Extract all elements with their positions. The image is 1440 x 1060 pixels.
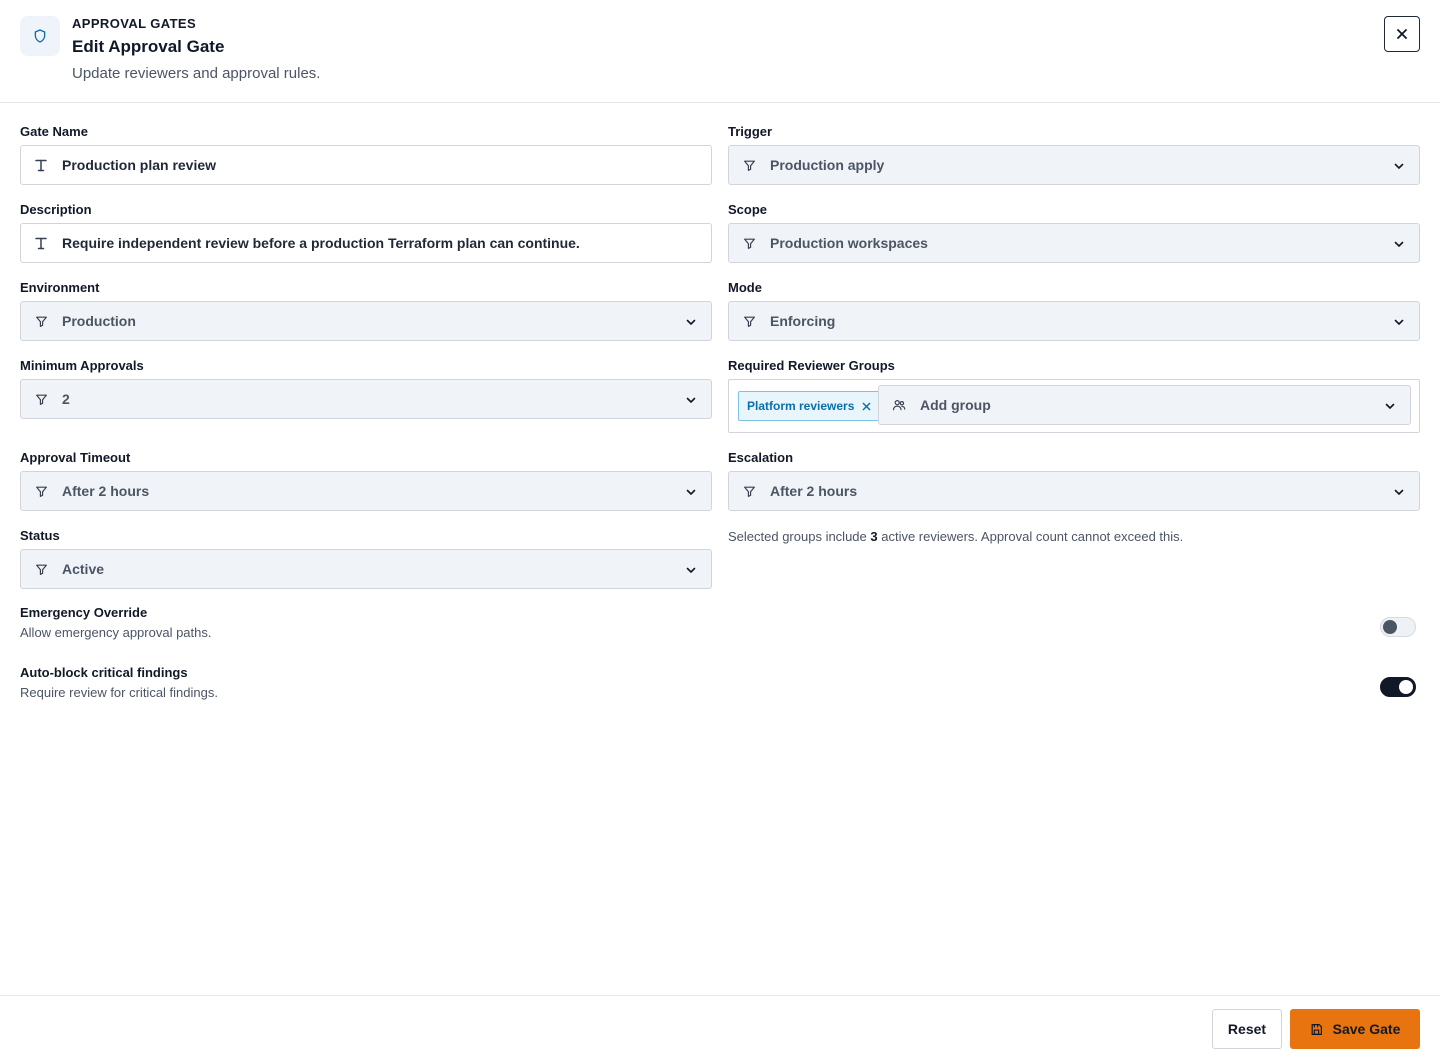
save-icon bbox=[1310, 1023, 1323, 1036]
gate-name-input[interactable]: Production plan review bbox=[20, 145, 712, 185]
trigger-select[interactable]: Production apply bbox=[728, 145, 1420, 185]
hint-suffix: active reviewers. Approval count cannot … bbox=[877, 529, 1184, 544]
remove-chip-icon[interactable] bbox=[862, 400, 871, 413]
description-value: Require independent review before a prod… bbox=[62, 235, 580, 251]
status-value: Active bbox=[62, 561, 105, 577]
reviewer-count-hint: Selected groups include 3 active reviewe… bbox=[728, 529, 1183, 544]
minimum-approvals-select[interactable]: 2 bbox=[20, 379, 712, 419]
description-label: Description bbox=[20, 202, 92, 217]
approval-timeout-select[interactable]: After 2 hours bbox=[20, 471, 712, 511]
environment-select[interactable]: Production bbox=[20, 301, 712, 341]
description-input[interactable]: Require independent review before a prod… bbox=[20, 223, 712, 263]
filter-icon bbox=[34, 562, 48, 576]
trigger-value: Production apply bbox=[770, 157, 885, 173]
filter-icon bbox=[742, 236, 756, 250]
chevron-down-icon bbox=[685, 315, 697, 327]
mode-value: Enforcing bbox=[770, 313, 836, 329]
header-eyebrow: APPROVAL GATES bbox=[72, 16, 197, 31]
minimum-approvals-value: 2 bbox=[62, 391, 70, 407]
shield-icon bbox=[20, 16, 60, 56]
reviewer-group-chip-label: Platform reviewers bbox=[747, 399, 855, 413]
filter-icon bbox=[34, 314, 48, 328]
trigger-label: Trigger bbox=[728, 124, 773, 139]
chevron-down-icon bbox=[1393, 315, 1405, 327]
gate-name-label: Gate Name bbox=[20, 124, 88, 139]
users-icon bbox=[892, 398, 906, 412]
escalation-select[interactable]: After 2 hours bbox=[728, 471, 1420, 511]
save-gate-label: Save Gate bbox=[1332, 1021, 1401, 1037]
save-gate-button[interactable]: Save Gate bbox=[1290, 1009, 1420, 1049]
escalation-label: Escalation bbox=[728, 450, 794, 465]
page-title: Edit Approval Gate bbox=[72, 37, 225, 56]
status-label: Status bbox=[20, 528, 60, 543]
auto-block-toggle[interactable] bbox=[1380, 677, 1416, 697]
scope-select[interactable]: Production workspaces bbox=[728, 223, 1420, 263]
approval-timeout-label: Approval Timeout bbox=[20, 450, 131, 465]
toggle-knob bbox=[1383, 620, 1397, 634]
filter-icon bbox=[34, 392, 48, 406]
environment-label: Environment bbox=[20, 280, 100, 295]
toggle-knob bbox=[1399, 680, 1413, 694]
gate-name-value: Production plan review bbox=[62, 157, 217, 173]
chevron-down-icon bbox=[1384, 399, 1396, 417]
modal-footer: Reset Save Gate bbox=[0, 995, 1440, 1060]
close-button[interactable] bbox=[1384, 16, 1420, 52]
status-select[interactable]: Active bbox=[20, 549, 712, 589]
chevron-down-icon bbox=[685, 393, 697, 405]
text-icon bbox=[34, 158, 48, 172]
modal-header: APPROVAL GATES Edit Approval Gate Update… bbox=[0, 0, 1440, 103]
filter-icon bbox=[742, 314, 756, 328]
filter-icon bbox=[742, 484, 756, 498]
add-group-placeholder: Add group bbox=[920, 397, 991, 413]
escalation-value: After 2 hours bbox=[770, 483, 858, 499]
page-subtitle: Update reviewers and approval rules. bbox=[72, 65, 321, 82]
emergency-override-description: Allow emergency approval paths. bbox=[20, 625, 212, 640]
mode-label: Mode bbox=[728, 280, 762, 295]
reset-button[interactable]: Reset bbox=[1212, 1009, 1282, 1049]
reviewer-count: 3 bbox=[870, 529, 878, 544]
approval-timeout-value: After 2 hours bbox=[62, 483, 150, 499]
chevron-down-icon bbox=[1393, 159, 1405, 171]
chevron-down-icon bbox=[1393, 237, 1405, 249]
reviewer-groups-field: Platform reviewers Add group bbox=[728, 379, 1420, 433]
text-icon bbox=[34, 236, 48, 250]
reviewer-group-chip: Platform reviewers bbox=[738, 391, 883, 421]
chevron-down-icon bbox=[685, 563, 697, 575]
chevron-down-icon bbox=[1393, 485, 1405, 497]
scope-label: Scope bbox=[728, 202, 768, 217]
filter-icon bbox=[34, 484, 48, 498]
reviewer-groups-label: Required Reviewer Groups bbox=[728, 358, 895, 373]
emergency-override-title: Emergency Override bbox=[20, 605, 148, 620]
scope-value: Production workspaces bbox=[770, 235, 928, 251]
environment-value: Production bbox=[62, 313, 136, 329]
close-icon bbox=[1396, 28, 1408, 40]
auto-block-title: Auto-block critical findings bbox=[20, 665, 188, 680]
auto-block-description: Require review for critical findings. bbox=[20, 685, 218, 700]
emergency-override-toggle[interactable] bbox=[1380, 617, 1416, 637]
chevron-down-icon bbox=[685, 485, 697, 497]
mode-select[interactable]: Enforcing bbox=[728, 301, 1420, 341]
hint-prefix: Selected groups include bbox=[728, 529, 871, 544]
minimum-approvals-label: Minimum Approvals bbox=[20, 358, 144, 373]
add-group-select[interactable]: Add group bbox=[878, 385, 1411, 425]
filter-icon bbox=[742, 158, 756, 172]
